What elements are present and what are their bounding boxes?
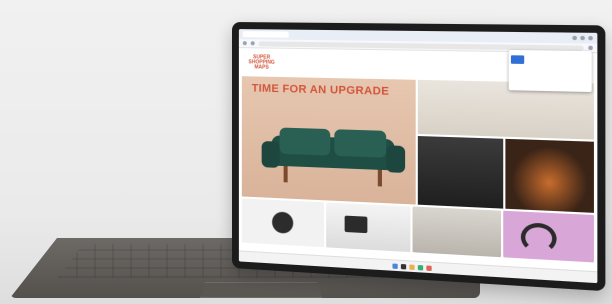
room-image — [417, 49, 594, 140]
lamp-image — [505, 138, 594, 213]
hero-title: TIME FOR AN UPGRADE — [251, 82, 390, 98]
popup-badge — [510, 55, 525, 64]
trackpad — [200, 282, 322, 298]
minimize-icon — [572, 35, 577, 41]
hero-banner: TIME FOR AN UPGRADE — [241, 76, 416, 205]
product-photo-scene: SUPER SHOPPING MAPS TIME FOR AN UPGRADE — [0, 0, 612, 304]
back-icon — [242, 41, 247, 46]
browser-icon — [425, 264, 432, 271]
menu-icon — [588, 45, 593, 51]
hero-side — [417, 49, 594, 213]
shopping-popup — [508, 49, 592, 93]
tablet-screen: SUPER SHOPPING MAPS TIME FOR AN UPGRADE — [238, 29, 598, 284]
store-icon — [417, 264, 423, 270]
dining-image — [417, 136, 504, 209]
site-logo: SUPER SHOPPING MAPS — [244, 53, 279, 72]
popup-header — [511, 52, 589, 53]
browser-tab — [242, 31, 289, 38]
hero-section: TIME FOR AN UPGRADE — [239, 49, 598, 213]
thumb-product — [241, 198, 324, 248]
search-icon — [400, 263, 406, 269]
maximize-icon — [580, 35, 585, 41]
logo-line-3: MAPS — [254, 63, 269, 71]
files-icon — [408, 263, 415, 270]
start-icon — [391, 262, 398, 269]
sofa-image — [261, 127, 406, 187]
thumb-product — [502, 210, 594, 263]
room-images-row — [417, 136, 594, 213]
close-icon — [588, 35, 593, 41]
thumb-product — [325, 202, 411, 253]
tablet-device: SUPER SHOPPING MAPS TIME FOR AN UPGRADE — [232, 22, 606, 292]
thumb-product — [412, 206, 501, 258]
popup-item — [510, 55, 589, 65]
refresh-icon — [250, 41, 255, 46]
